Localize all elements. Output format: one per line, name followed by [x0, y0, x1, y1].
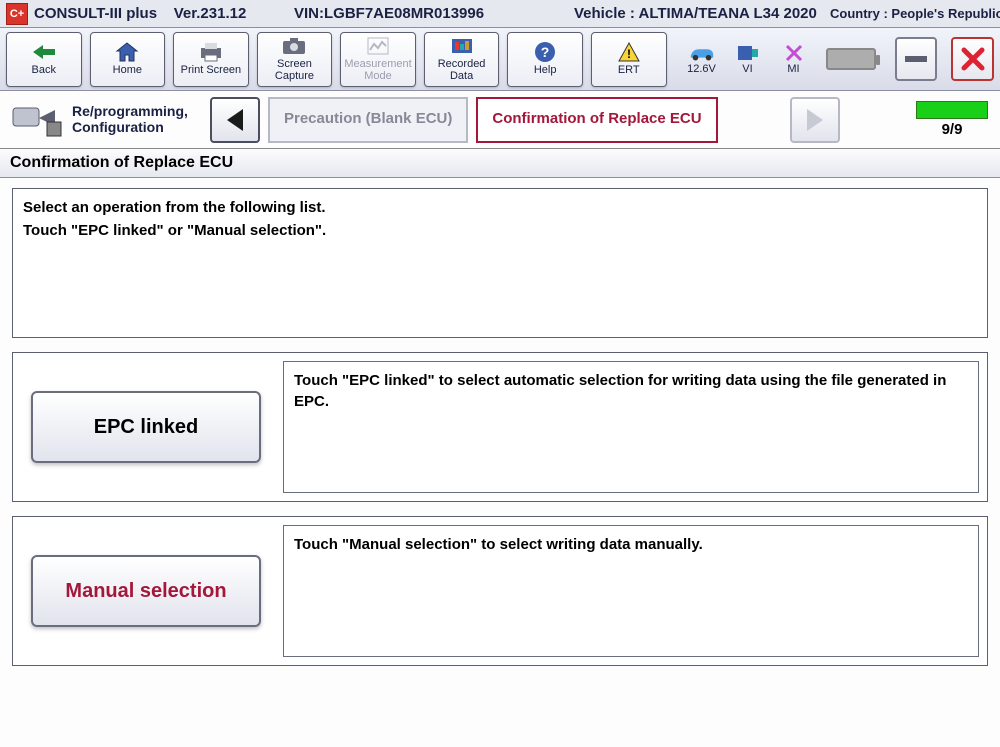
back-button[interactable]: Back	[6, 32, 82, 87]
nav-next-button	[790, 97, 840, 143]
vehicle-segment: Vehicle : ALTIMA/TEANA L34 2020	[574, 5, 830, 22]
progress-indicator: 9/9	[912, 101, 992, 138]
home-button[interactable]: Home	[90, 32, 166, 87]
close-icon	[959, 45, 987, 73]
app-name-version: CONSULT-III plus Ver.231.12	[34, 5, 294, 22]
vi-device-icon	[734, 43, 762, 63]
minimize-icon	[905, 56, 927, 62]
help-icon: ?	[532, 41, 558, 63]
triangle-right-icon	[803, 106, 827, 134]
printer-icon	[198, 41, 224, 63]
app-logo-icon: C+	[6, 3, 28, 25]
nav-prev-button[interactable]	[210, 97, 260, 143]
content-area: Select an operation from the following l…	[0, 178, 1000, 676]
option-panel-manual: Manual selection Touch "Manual selection…	[12, 516, 988, 666]
vin-label: VIN:	[294, 5, 324, 22]
country-segment: Country : People's Republic of China	[830, 7, 1000, 21]
svg-text:!: !	[627, 47, 631, 61]
measurement-icon	[365, 35, 391, 57]
crumb-previous: Precaution (Blank ECU)	[268, 97, 468, 143]
vi-status: VI	[729, 43, 767, 75]
ert-button[interactable]: ! ERT	[591, 32, 667, 87]
app-name: CONSULT-III plus	[34, 5, 157, 22]
recorded-label: Recorded Data	[425, 59, 499, 82]
epc-linked-button[interactable]: EPC linked	[31, 391, 261, 463]
app-version: Ver.231.12	[174, 5, 247, 22]
breadcrumb-row: Re/programming, Configuration Precaution…	[0, 91, 1000, 149]
home-icon	[114, 41, 140, 63]
car-icon	[688, 43, 716, 63]
progress-bar	[916, 101, 988, 119]
option-panel-epc: EPC linked Touch "EPC linked" to select …	[12, 352, 988, 502]
battery-status	[821, 48, 881, 70]
print-button[interactable]: Print Screen	[173, 32, 249, 87]
capture-button[interactable]: Screen Capture	[257, 32, 333, 87]
status-icons: 12.6V VI MI	[683, 43, 881, 75]
manual-selection-desc: Touch "Manual selection" to select writi…	[283, 525, 979, 657]
warning-icon: !	[616, 41, 642, 63]
capture-label: Screen Capture	[258, 59, 332, 82]
instruction-line1: Select an operation from the following l…	[23, 197, 977, 220]
instruction-line2: Touch "EPC linked" or "Manual selection"…	[23, 220, 977, 243]
minimize-button[interactable]	[895, 37, 938, 81]
crumb-current-label: Confirmation of Replace ECU	[492, 111, 701, 128]
print-label: Print Screen	[181, 65, 242, 77]
measurement-button: Measurement Mode	[340, 32, 416, 87]
svg-text:?: ?	[541, 44, 550, 60]
ert-label: ERT	[618, 65, 640, 77]
country-label: Country :	[830, 6, 888, 21]
vi-label: VI	[742, 63, 752, 75]
progress-text: 9/9	[942, 121, 963, 138]
mi-label: MI	[787, 63, 799, 75]
page-title: Confirmation of Replace ECU	[0, 149, 1000, 178]
epc-linked-label: EPC linked	[94, 416, 198, 439]
vin-segment: VIN:LGBF7AE08MR013996	[294, 5, 574, 22]
home-label: Home	[113, 65, 142, 77]
close-button[interactable]	[951, 37, 994, 81]
help-label: Help	[534, 65, 557, 77]
vehicle-label: Vehicle :	[574, 5, 635, 22]
instruction-panel: Select an operation from the following l…	[12, 188, 988, 338]
info-strip: C+ CONSULT-III plus Ver.231.12 VIN:LGBF7…	[0, 0, 1000, 28]
crumb-current: Confirmation of Replace ECU	[476, 97, 717, 143]
x-icon	[780, 43, 808, 63]
manual-selection-label: Manual selection	[65, 580, 226, 603]
crumb-previous-label: Precaution (Blank ECU)	[284, 111, 452, 128]
measurement-label: Measurement Mode	[341, 59, 415, 82]
back-arrow-icon	[31, 41, 57, 63]
recorded-data-icon	[449, 35, 475, 57]
triangle-left-icon	[223, 106, 247, 134]
camera-icon	[281, 35, 307, 57]
epc-linked-desc: Touch "EPC linked" to select automatic s…	[283, 361, 979, 493]
recorded-button[interactable]: Recorded Data	[424, 32, 500, 87]
toolbar: Back Home Print Screen Screen Capture Me…	[0, 28, 1000, 91]
vehicle-value: ALTIMA/TEANA L34 2020	[639, 5, 817, 22]
mode-label: Re/programming, Configuration	[72, 104, 202, 135]
battery-icon	[826, 48, 876, 70]
reprogram-mode-icon	[8, 99, 64, 141]
manual-selection-button[interactable]: Manual selection	[31, 555, 261, 627]
voltage-value: 12.6V	[687, 63, 716, 75]
back-label: Back	[32, 65, 56, 77]
mi-status: MI	[775, 43, 813, 75]
voltage-status: 12.6V	[683, 43, 721, 75]
country-value: People's Republic of China	[891, 6, 1000, 21]
help-button[interactable]: ? Help	[507, 32, 583, 87]
vin-value: LGBF7AE08MR013996	[324, 5, 484, 22]
